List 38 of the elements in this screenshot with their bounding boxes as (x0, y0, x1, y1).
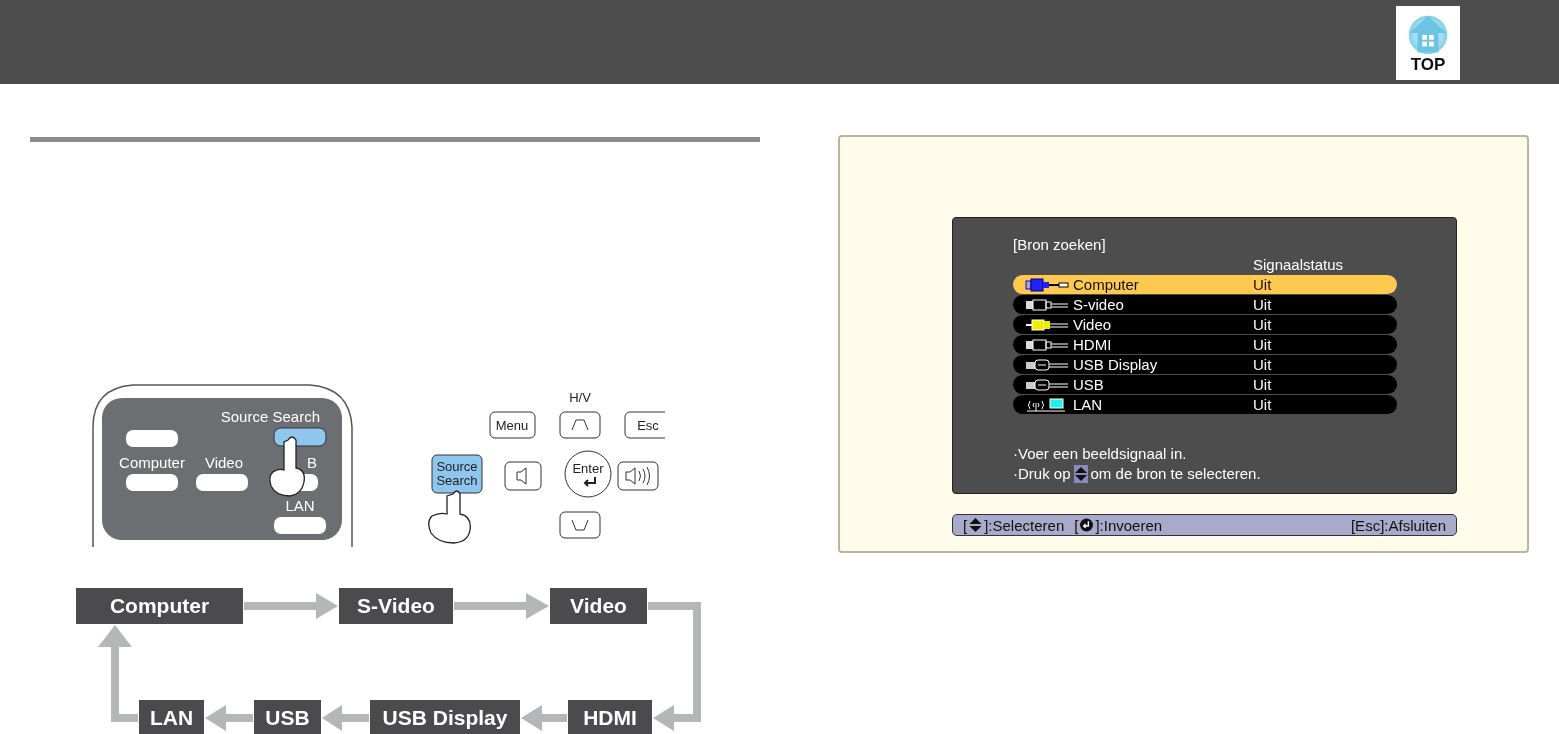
hint-text: om de bron te selecteren. (1090, 464, 1261, 484)
up-down-icon (969, 518, 983, 532)
screen-title: [Bron zoeken] (1013, 235, 1107, 255)
connector-icon (1025, 377, 1069, 392)
flow-arrow (205, 705, 253, 731)
column-header: Signaalstatus (1253, 255, 1345, 275)
key-help-text: [Esc]:Afsluiten (1350, 516, 1446, 534)
source-box: S-Video (339, 588, 453, 624)
flow-arrow (521, 705, 567, 731)
hint-text: ·Druk op (1013, 464, 1071, 484)
enter-icon (1080, 518, 1094, 532)
connector-icon (1025, 317, 1069, 332)
up-down-icon (1073, 465, 1088, 483)
top-button[interactable]: TOP (1396, 6, 1460, 80)
source-row[interactable]: S-video Uit (1013, 295, 1397, 314)
flow-arrow (322, 705, 369, 731)
control-panel-drawing: Menu H/V Esc Source Search Enter (420, 382, 665, 547)
connector-icon (1025, 277, 1069, 292)
source-box: USB Display (370, 700, 520, 734)
source-row[interactable]: Computer Uit (1013, 275, 1397, 294)
connector-icon (1025, 357, 1069, 372)
source-row[interactable]: USB Display Uit (1013, 355, 1397, 374)
bracket-text: [ (963, 516, 968, 534)
source-box: USB (254, 700, 321, 734)
key-help-text: ]:Selecteren (984, 516, 1065, 534)
connector-icon (1025, 337, 1069, 352)
source-row[interactable]: Video Uit (1013, 315, 1397, 334)
source-row[interactable]: HDMI Uit (1013, 335, 1397, 354)
source-box: Computer (76, 588, 243, 624)
source-box: Video (550, 588, 647, 624)
bracket-text: [ (1074, 516, 1079, 534)
source-box: LAN (139, 700, 204, 734)
source-box: HDMI (568, 700, 652, 734)
source-row[interactable]: LAN Uit (1013, 395, 1397, 414)
key-help-text: ]:Invoeren (1095, 516, 1163, 534)
hint-text: ·Voer een beeldsignaal in. (1013, 444, 1188, 464)
source-row[interactable]: USB Uit (1013, 375, 1397, 394)
connector-icon (1025, 297, 1069, 312)
